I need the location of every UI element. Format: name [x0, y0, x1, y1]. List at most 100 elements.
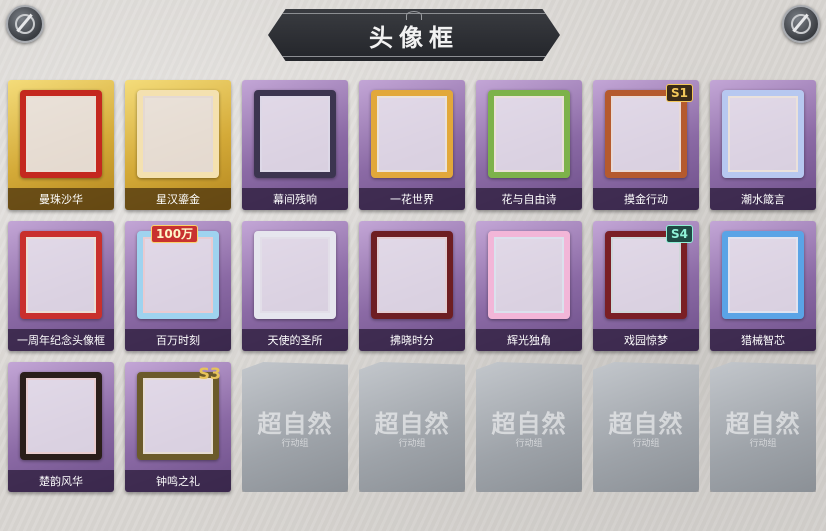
frame-label-bar: 曼珠沙华	[8, 188, 114, 210]
avatar-frame-card[interactable]: 一花世界	[359, 80, 465, 210]
avatar-frame-card[interactable]: 100万百万时刻	[125, 221, 231, 351]
frame-name: 拂晓时分	[390, 334, 434, 347]
frame-name: 钟鸣之礼	[156, 475, 200, 488]
frame-label-bar: 钟鸣之礼	[125, 470, 231, 492]
frame-name: 摸金行动	[624, 193, 668, 206]
frame-inner	[728, 237, 798, 313]
frame-inner	[143, 378, 213, 454]
frame-preview	[371, 90, 453, 178]
locked-watermark: 超自然	[725, 409, 801, 438]
right-corner-button[interactable]	[782, 5, 820, 43]
frame-label-bar: 百万时刻	[125, 329, 231, 351]
locked-watermark: 超自然	[257, 409, 333, 438]
locked-frame-slot: 超自然 行动组	[593, 362, 699, 492]
frame-name: 曼珠沙华	[39, 193, 83, 206]
locked-frame-slot: 超自然 行动组	[710, 362, 816, 492]
avatar-frame-card[interactable]: 星汉鎏金	[125, 80, 231, 210]
frame-inner	[611, 96, 681, 172]
frame-preview	[137, 90, 219, 178]
frame-label-bar: 摸金行动	[593, 188, 699, 210]
frame-label-bar: 戏园惊梦	[593, 329, 699, 351]
frame-name: 一花世界	[390, 193, 434, 206]
frame-preview	[20, 231, 102, 319]
frame-preview	[722, 231, 804, 319]
frame-name: 一周年纪念头像框	[17, 334, 105, 347]
frame-label-bar: 一花世界	[359, 188, 465, 210]
frame-name: 戏园惊梦	[624, 334, 668, 347]
locked-watermark: 超自然	[608, 409, 684, 438]
frame-inner	[260, 96, 330, 172]
avatar-frame-card[interactable]: 幕间残响	[242, 80, 348, 210]
frame-label-bar: 花与自由诗	[476, 188, 582, 210]
left-corner-button[interactable]	[6, 5, 44, 43]
frame-preview	[20, 372, 102, 460]
frame-name: 辉光独角	[507, 334, 551, 347]
avatar-frame-card[interactable]: 天使的圣所	[242, 221, 348, 351]
frame-preview	[254, 231, 336, 319]
frame-inner	[26, 237, 96, 313]
avatar-frame-card[interactable]: S4 戏园惊梦	[593, 221, 699, 351]
frame-label-bar: 潮水箴言	[710, 188, 816, 210]
frame-preview	[605, 90, 687, 178]
frame-inner	[26, 378, 96, 454]
avatar-frame-card[interactable]: 拂晓时分	[359, 221, 465, 351]
frame-name: 潮水箴言	[741, 193, 785, 206]
frame-inner	[611, 237, 681, 313]
frame-name: 花与自由诗	[501, 193, 557, 206]
locked-subtext: 行动组	[515, 439, 543, 449]
locked-subtext: 行动组	[632, 439, 660, 449]
avatar-frame-card[interactable]: 一周年纪念头像框	[8, 221, 114, 351]
title-banner: 头像框	[268, 9, 560, 61]
frame-label-bar: 楚韵风华	[8, 470, 114, 492]
frame-label-bar: 幕间残响	[242, 188, 348, 210]
frame-preview	[137, 231, 219, 319]
frame-preview	[488, 231, 570, 319]
avatar-frame-card[interactable]: 花与自由诗	[476, 80, 582, 210]
frame-preview	[488, 90, 570, 178]
avatar-frame-card[interactable]: 潮水箴言	[710, 80, 816, 210]
locked-watermark: 超自然	[374, 409, 450, 438]
frame-inner	[143, 96, 213, 172]
season-badge: S1	[666, 84, 693, 102]
frame-preview	[20, 90, 102, 178]
frame-name: 猎械智芯	[741, 334, 785, 347]
frame-preview	[371, 231, 453, 319]
avatar-frame-card[interactable]: S3 钟鸣之礼	[125, 362, 231, 492]
locked-subtext: 行动组	[398, 439, 426, 449]
frame-preview	[254, 90, 336, 178]
frame-name: 天使的圣所	[267, 334, 323, 347]
avatar-frame-card[interactable]: 楚韵风华	[8, 362, 114, 492]
frame-preview	[137, 372, 219, 460]
season-badge: S4	[666, 225, 693, 243]
frame-inner	[26, 96, 96, 172]
frame-label-bar: 辉光独角	[476, 329, 582, 351]
avatar-frame-card[interactable]: 猎械智芯	[710, 221, 816, 351]
frame-preview	[722, 90, 804, 178]
season-badge: 100万	[151, 225, 199, 243]
frame-label-bar: 拂晓时分	[359, 329, 465, 351]
page-title: 头像框	[369, 22, 459, 52]
frame-inner	[494, 237, 564, 313]
locked-watermark: 超自然	[491, 409, 567, 438]
frame-inner	[494, 96, 564, 172]
avatar-frame-card[interactable]: 辉光独角	[476, 221, 582, 351]
frame-preview	[605, 231, 687, 319]
frame-inner	[728, 96, 798, 172]
frame-inner	[377, 237, 447, 313]
frame-inner	[143, 237, 213, 313]
season-badge: S3	[198, 364, 221, 383]
frame-label-bar: 一周年纪念头像框	[8, 329, 114, 351]
avatar-frame-grid: 曼珠沙华 星汉鎏金 幕间残响 一花世界 花与自由诗 S1 摸金行动 潮水箴言一周年纪念头像框 1…	[8, 80, 820, 492]
frame-name: 星汉鎏金	[156, 193, 200, 206]
avatar-frame-card[interactable]: S1 摸金行动	[593, 80, 699, 210]
frame-label-bar: 星汉鎏金	[125, 188, 231, 210]
frame-name: 幕间残响	[273, 193, 317, 206]
locked-frame-slot: 超自然 行动组	[242, 362, 348, 492]
frame-inner	[377, 96, 447, 172]
frame-name: 楚韵风华	[39, 475, 83, 488]
locked-frame-slot: 超自然 行动组	[359, 362, 465, 492]
frame-label-bar: 猎械智芯	[710, 329, 816, 351]
locked-frame-slot: 超自然 行动组	[476, 362, 582, 492]
frame-name: 百万时刻	[156, 334, 200, 347]
avatar-frame-card[interactable]: 曼珠沙华	[8, 80, 114, 210]
